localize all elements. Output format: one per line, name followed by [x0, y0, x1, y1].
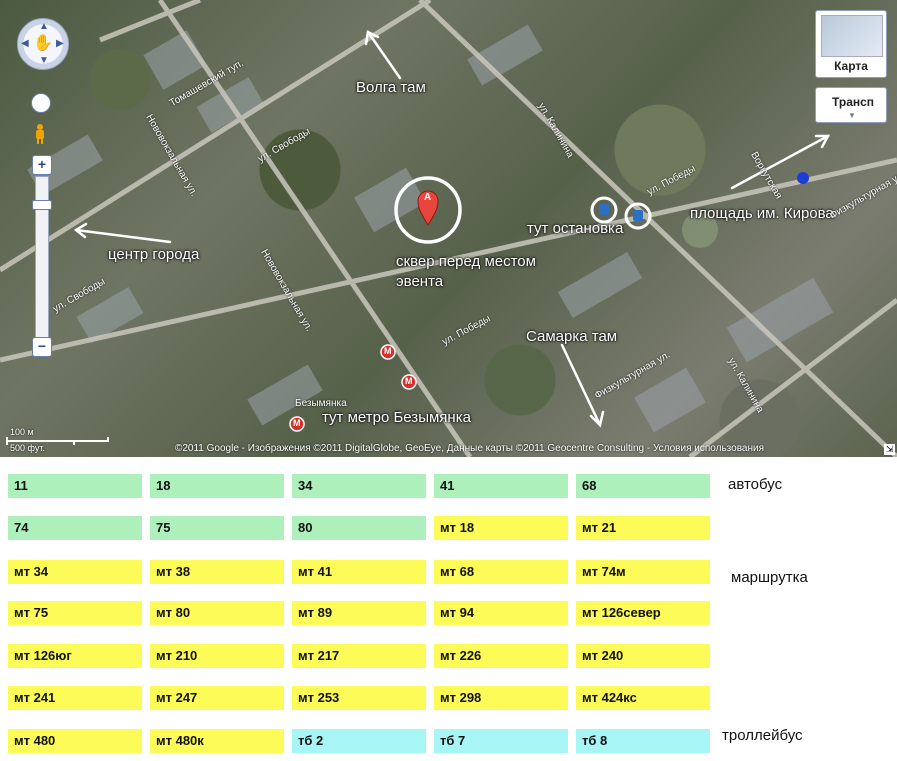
route-cell: тб 8 [576, 729, 710, 753]
scale-imperial: 500 фут. [10, 443, 45, 453]
satellite-map[interactable]: A M M M Волга там центр города сквер пер… [0, 0, 897, 457]
route-cell: 34 [292, 474, 426, 498]
route-cell: мт 480 [8, 729, 142, 753]
route-cell: мт 68 [434, 560, 568, 584]
route-cell: мт 89 [292, 601, 426, 625]
route-cell: 75 [150, 516, 284, 540]
kirov-square-label: площадь им. Кирова [690, 205, 834, 222]
copyright-text[interactable]: ©2011 Google - Изображения ©2011 Digital… [175, 443, 764, 454]
hand-icon: ✋ [33, 35, 53, 52]
route-cell: мт 38 [150, 560, 284, 584]
map-streets-layer [0, 0, 897, 457]
chevron-down-icon: ▼ [848, 111, 856, 120]
route-cell: мт 126юг [8, 644, 142, 668]
route-cell: мт 80 [150, 601, 284, 625]
resize-icon[interactable]: ⇲ [884, 444, 895, 455]
route-cell: мт 126север [576, 601, 710, 625]
map-thumbnail [821, 15, 883, 57]
square-label: сквер перед местом эвента [396, 253, 536, 290]
route-cell: мт 480к [150, 729, 284, 753]
route-cell: мт 21 [576, 516, 710, 540]
route-cell: мт 247 [150, 686, 284, 710]
route-cell: мт 298 [434, 686, 568, 710]
pan-control[interactable]: ▲ ▼ ◀ ▶ ✋ [17, 18, 69, 70]
samarka-label: Самарка там [526, 328, 618, 345]
legend-marshrutka: маршрутка [731, 569, 808, 586]
scale-bar: 100 м 500 фут. [4, 427, 114, 454]
home-button[interactable] [31, 93, 51, 113]
route-cell: мт 424кс [576, 686, 710, 710]
route-cell: мт 18 [434, 516, 568, 540]
marker-letter[interactable]: A [424, 192, 431, 203]
route-cell: 68 [576, 474, 710, 498]
metro-icon[interactable]: M [384, 346, 392, 356]
zoom-out-button[interactable]: − [32, 337, 52, 357]
legend-trolleybus: троллейбус [722, 727, 803, 744]
scale-metric: 100 м [10, 427, 34, 437]
map-type-button[interactable]: Карта [815, 10, 887, 78]
route-cell: 18 [150, 474, 284, 498]
route-cell: тб 7 [434, 729, 568, 753]
route-cell: мт 226 [434, 644, 568, 668]
legend-bus: автобус [728, 476, 783, 493]
map-type-label: Карта [834, 59, 868, 73]
route-cell: мт 240 [576, 644, 710, 668]
route-cell: тб 2 [292, 729, 426, 753]
zoom-slider-thumb[interactable] [32, 200, 52, 210]
pan-left-icon[interactable]: ◀ [21, 39, 29, 49]
metro-icon[interactable]: M [293, 418, 301, 428]
pan-down-icon[interactable]: ▼ [39, 56, 49, 66]
route-cell: мт 253 [292, 686, 426, 710]
route-cell: 41 [434, 474, 568, 498]
stop-label: тут остановка [527, 220, 624, 237]
route-cell: мт 34 [8, 560, 142, 584]
traffic-dropdown[interactable]: Трансп ▼ [815, 87, 887, 123]
metro-label: тут метро Безымянка [322, 409, 471, 426]
route-cell: мт 217 [292, 644, 426, 668]
route-cell: 74 [8, 516, 142, 540]
route-cell: мт 94 [434, 601, 568, 625]
zoom-in-button[interactable]: + [32, 155, 52, 175]
city-center-label: центр города [108, 246, 200, 263]
pegman-icon[interactable] [34, 124, 46, 144]
route-cell: мт 210 [150, 644, 284, 668]
pan-up-icon[interactable]: ▲ [39, 22, 49, 32]
metro-station-label: Безымянка [295, 398, 347, 409]
route-cell: мт 41 [292, 560, 426, 584]
route-cell: мт 74м [576, 560, 710, 584]
volga-label: Волга там [356, 79, 426, 96]
route-cell: 80 [292, 516, 426, 540]
metro-icon[interactable]: M [405, 376, 413, 386]
route-cell: мт 241 [8, 686, 142, 710]
traffic-label: Трансп [832, 95, 875, 109]
pan-right-icon[interactable]: ▶ [56, 39, 64, 49]
route-cell: 11 [8, 474, 142, 498]
route-cell: мт 75 [8, 601, 142, 625]
